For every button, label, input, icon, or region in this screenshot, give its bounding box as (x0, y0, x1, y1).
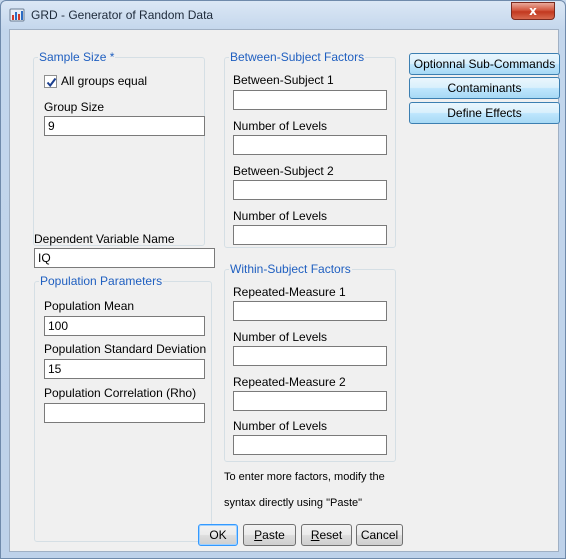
all-groups-equal-checkbox[interactable] (44, 75, 57, 88)
between-levels-2-input[interactable] (233, 225, 387, 245)
reset-button[interactable]: Reset (301, 524, 352, 546)
between-subject-2-input[interactable] (233, 180, 387, 200)
app-icon (9, 7, 25, 23)
between-subject-factors-legend: Between-Subject Factors (230, 50, 365, 64)
population-sd-input[interactable]: 15 (44, 359, 205, 379)
repeated-measure-2-label: Repeated-Measure 2 (233, 375, 346, 389)
within-levels-1-label: Number of Levels (233, 330, 328, 344)
sample-size-legend: Sample Size * (39, 50, 115, 64)
population-sd-label: Population Standard Deviation (44, 342, 207, 356)
within-levels-1-input[interactable] (233, 346, 387, 366)
close-icon: x (529, 4, 537, 18)
within-subject-factors-legend: Within-Subject Factors (230, 262, 351, 276)
group-size-input[interactable]: 9 (44, 116, 205, 136)
hint-line-1: To enter more factors, modify the (224, 471, 385, 483)
population-mean-label: Population Mean (44, 299, 135, 313)
between-levels-1-label: Number of Levels (233, 119, 328, 133)
population-rho-label: Population Correlation (Rho) (44, 386, 197, 400)
group-size-label: Group Size (44, 100, 105, 114)
within-levels-2-label: Number of Levels (233, 419, 328, 433)
population-mean-input[interactable]: 100 (44, 316, 205, 336)
repeated-measure-1-label: Repeated-Measure 1 (233, 285, 346, 299)
window-title: GRD - Generator of Random Data (31, 8, 214, 22)
between-subject-2-label: Between-Subject 2 (233, 164, 334, 178)
title-bar[interactable]: GRD - Generator of Random Data x (1, 1, 565, 29)
within-levels-2-input[interactable] (233, 435, 387, 455)
all-groups-equal-label: All groups equal (61, 74, 148, 88)
reset-label-rest: eset (319, 528, 343, 542)
between-subject-1-label: Between-Subject 1 (233, 73, 334, 87)
checkmark-icon (46, 77, 57, 88)
ok-button[interactable]: OK (198, 524, 238, 546)
paste-label-rest: aste (262, 528, 285, 542)
repeated-measure-1-input[interactable] (233, 301, 387, 321)
define-effects-button[interactable]: Define Effects (409, 102, 560, 124)
dependent-variable-label: Dependent Variable Name (34, 232, 175, 246)
population-rho-input[interactable] (44, 403, 205, 423)
between-levels-1-input[interactable] (233, 135, 387, 155)
optional-subcommands-button[interactable]: Optionnal Sub-Commands (409, 53, 560, 75)
population-parameters-legend: Population Parameters (40, 274, 163, 288)
paste-mnemonic: P (254, 528, 263, 542)
close-button[interactable]: x (511, 2, 555, 20)
hint-line-2: syntax directly using "Paste" (224, 497, 363, 509)
dependent-variable-input[interactable]: IQ (34, 248, 215, 268)
between-levels-2-label: Number of Levels (233, 209, 328, 223)
cancel-button[interactable]: Cancel (356, 524, 403, 546)
between-subject-1-input[interactable] (233, 90, 387, 110)
dialog-window: GRD - Generator of Random Data x Sample … (0, 0, 566, 559)
contaminants-button[interactable]: Contaminants (409, 77, 560, 99)
dialog-body: Sample Size * All groups equal Group Siz… (9, 29, 560, 552)
repeated-measure-2-input[interactable] (233, 391, 387, 411)
paste-button[interactable]: Paste (243, 524, 296, 546)
